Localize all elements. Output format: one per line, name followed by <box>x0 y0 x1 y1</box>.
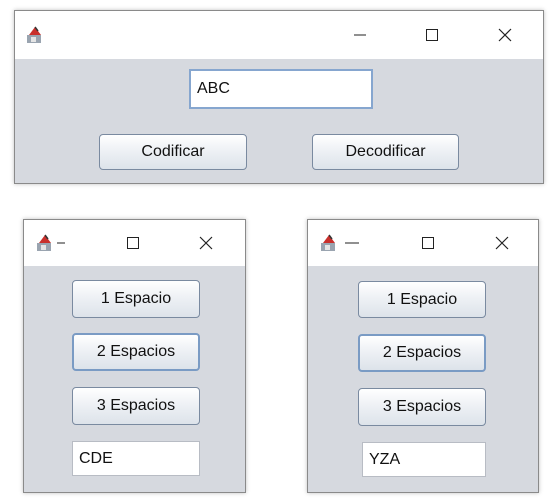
maximize-icon[interactable] <box>418 22 446 48</box>
one-space-button[interactable]: 1 Espacio <box>72 280 200 318</box>
close-icon[interactable] <box>491 22 519 48</box>
result-field[interactable]: CDE <box>72 441 200 476</box>
maximize-icon[interactable] <box>414 230 442 256</box>
one-space-button[interactable]: 1 Espacio <box>358 281 486 318</box>
three-spaces-button[interactable]: 3 Espacios <box>358 388 486 426</box>
minimize-icon[interactable] <box>346 22 374 48</box>
two-spaces-button[interactable]: 2 Espacios <box>358 334 486 372</box>
main-window: ABC Codificar Decodificar <box>14 10 544 184</box>
right-options-window: 1 Espacio 2 Espacios 3 Espacios YZA <box>307 219 539 493</box>
decode-button[interactable]: Decodificar <box>312 134 459 170</box>
maximize-icon[interactable] <box>119 230 147 256</box>
minimize-icon[interactable] <box>54 230 68 256</box>
three-spaces-button[interactable]: 3 Espacios <box>72 387 200 425</box>
title-bar <box>24 220 245 266</box>
result-field[interactable]: YZA <box>362 442 486 477</box>
left-options-window: 1 Espacio 2 Espacios 3 Espacios CDE <box>23 219 246 493</box>
text-input[interactable]: ABC <box>189 69 373 109</box>
minimize-icon[interactable] <box>342 230 362 256</box>
title-bar <box>308 220 538 266</box>
java-app-icon[interactable] <box>320 233 340 253</box>
encode-button[interactable]: Codificar <box>99 134 247 170</box>
two-spaces-button[interactable]: 2 Espacios <box>72 333 200 371</box>
close-icon[interactable] <box>192 230 220 256</box>
close-icon[interactable] <box>488 230 516 256</box>
java-app-icon[interactable] <box>36 233 56 253</box>
java-app-icon[interactable] <box>26 25 46 45</box>
title-bar <box>15 11 543 59</box>
